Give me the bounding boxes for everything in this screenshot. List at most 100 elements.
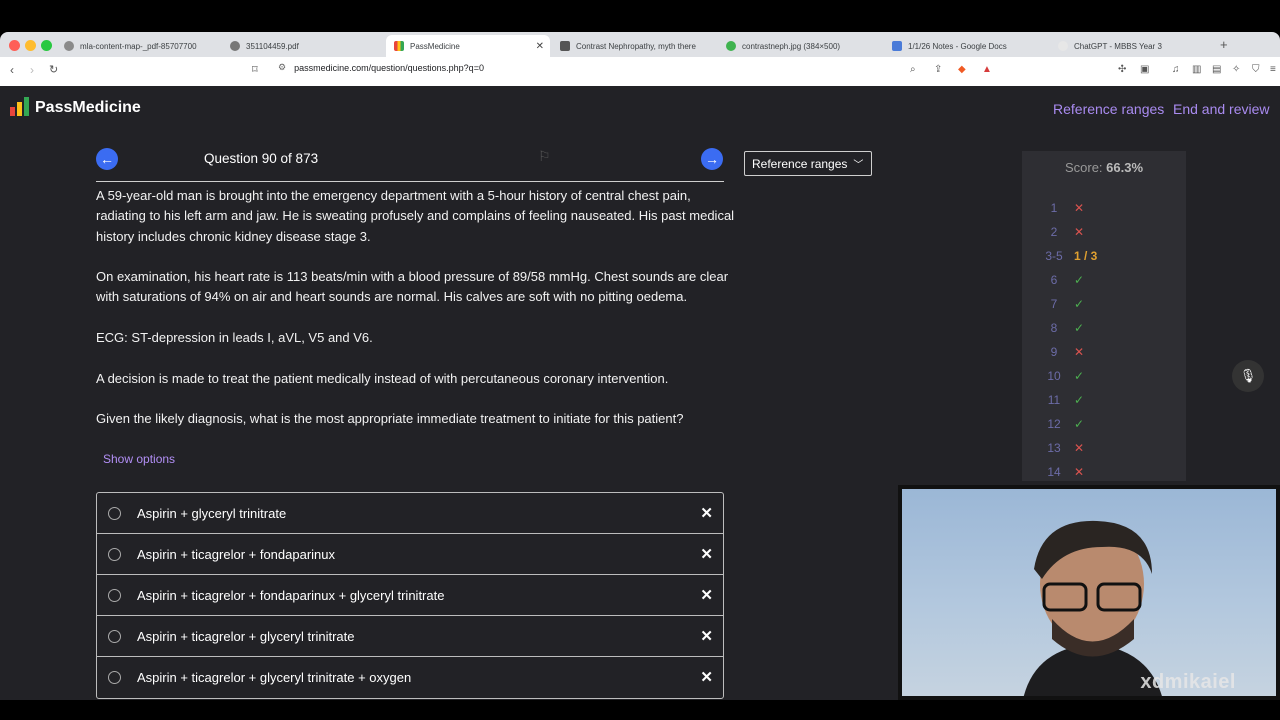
score-question-number: 1 [1050,201,1058,215]
tab-passmedicine[interactable]: PassMedicine ✕ [386,35,550,57]
correct-icon: ✓ [1074,369,1085,383]
incorrect-icon: ✕ [1074,345,1085,359]
score-row[interactable]: 1 ✕ [1022,201,1186,219]
microphone-icon[interactable]: 🎙 [1232,360,1264,392]
incorrect-icon: ✕ [1074,201,1085,215]
globe-icon [64,41,74,51]
previous-question-button[interactable]: ← [96,148,118,170]
score-row[interactable]: 13 ✕ [1022,441,1186,459]
answer-option[interactable]: Aspirin + ticagrelor + glyceryl trinitra… [97,616,723,657]
minimize-window-icon[interactable] [25,40,36,51]
score-row[interactable]: 6 ✓ [1022,273,1186,291]
radio-button[interactable] [108,671,121,684]
answer-option[interactable]: Aspirin + ticagrelor + fondaparinux ✕ [97,534,723,575]
correct-icon: ✓ [1074,297,1085,311]
question-prompt: Given the likely diagnosis, what is the … [96,411,684,427]
score-question-number: 10 [1047,369,1061,383]
score-row[interactable]: 7 ✓ [1022,297,1186,315]
score-row[interactable]: 11 ✓ [1022,393,1186,411]
show-options-link[interactable]: Show options [103,452,175,466]
eliminate-option-icon[interactable]: ✕ [700,504,713,522]
score-row[interactable]: 8 ✓ [1022,321,1186,339]
tab-google-docs[interactable]: 1/1/26 Notes - Google Docs [884,35,1044,57]
question-stem: A 59-year-old man is brought into the em… [96,186,736,450]
score-row[interactable]: 14 ✕ [1022,465,1186,483]
score-row[interactable]: 3-5 1 / 3 [1022,249,1186,267]
radio-button[interactable] [108,630,121,643]
forward-icon[interactable]: › [30,63,34,77]
tab-contrast-nephropathy[interactable]: Contrast Nephropathy, myth there [552,35,712,57]
stem-paragraph: A decision is made to treat the patient … [96,370,669,386]
reload-icon[interactable]: ↻ [49,63,58,76]
bookmark-icon[interactable]: ⌑ [252,63,258,76]
screen-top-bar [0,0,1280,32]
answer-option[interactable]: Aspirin + ticagrelor + glyceryl trinitra… [97,657,723,698]
wallet-icon[interactable]: ▤ [1212,64,1221,75]
score-question-number: 8 [1050,321,1058,335]
incorrect-icon: ✕ [1074,465,1085,479]
answer-option[interactable]: Aspirin + glyceryl trinitrate ✕ [97,493,723,534]
site-header: PassMedicine Reference ranges End and re… [0,86,1280,132]
passmedicine-logo-icon[interactable] [10,97,29,116]
tab-contrastneph-jpg[interactable]: contrastneph.jpg (384×500) [718,35,878,57]
score-question-number: 13 [1047,441,1061,455]
score-question-number: 9 [1050,345,1058,359]
new-tab-icon[interactable]: + [1220,37,1228,52]
end-and-review-link[interactable]: End and review [1173,101,1270,117]
radio-button[interactable] [108,548,121,561]
media-icon[interactable]: ♫ [1172,64,1180,75]
logo-text[interactable]: PassMedicine [35,99,141,117]
zoom-icon[interactable]: ⌕ [910,64,916,75]
webcam-watermark: xdmikaiel [1140,671,1236,693]
globe-icon [230,41,240,51]
tab-pdf[interactable]: 351104459.pdf [222,35,382,57]
maximize-window-icon[interactable] [41,40,52,51]
screenshot-icon[interactable]: ▣ [1140,64,1149,75]
brave-rewards-icon[interactable]: ▲ [982,64,992,75]
incorrect-icon: ✕ [1074,441,1085,455]
score-row[interactable]: 12 ✓ [1022,417,1186,435]
eliminate-option-icon[interactable]: ✕ [700,586,713,604]
vpn-icon[interactable]: ⛉ [1252,64,1260,75]
score-title: Score: 66.3% [1064,160,1144,175]
back-icon[interactable]: ‹ [10,63,14,77]
score-panel: Score: 66.3% 1 ✕ 2 ✕ 3-5 1 / 3 6 ✓ 7 ✓ 8 ✓ 9 ✕ 10 ✓ 11 ✓ 1… [1022,151,1186,481]
score-row[interactable]: 2 ✕ [1022,225,1186,243]
score-value: 66.3% [1106,160,1144,175]
share-icon[interactable]: ⇪ [934,64,942,75]
next-question-button[interactable]: → [701,148,723,170]
tab-mla-content-map[interactable]: mla-content-map-_pdf-85707700 [56,35,216,57]
correct-icon: ✓ [1074,393,1085,407]
browser-chrome: mla-content-map-_pdf-85707700 351104459.… [0,32,1280,86]
score-row[interactable]: 9 ✕ [1022,345,1186,363]
correct-icon: ✓ [1074,273,1085,287]
extensions-icon[interactable]: ✣ [1118,64,1126,75]
eliminate-option-icon[interactable]: ✕ [700,668,713,686]
sidebar-icon[interactable]: ▥ [1192,64,1201,75]
reference-ranges-dropdown[interactable]: Reference ranges ﹀ [744,151,872,176]
address-bar-row: ‹ › ↻ ⌑ ⚙ passmedicine.com/question/ques… [0,57,1280,86]
flag-icon[interactable]: ⚐ [538,148,551,165]
person-silhouette [1023,520,1162,696]
close-tab-icon[interactable]: ✕ [536,41,544,52]
menu-icon[interactable]: ≡ [1270,64,1276,75]
eliminate-option-icon[interactable]: ✕ [700,627,713,645]
article-icon [560,41,570,51]
passmedicine-favicon-icon [394,41,404,51]
site-info-icon[interactable]: ⚙ [278,62,286,73]
radio-button[interactable] [108,507,121,520]
reference-ranges-link[interactable]: Reference ranges [1053,101,1164,117]
score-question-number: 14 [1047,465,1061,479]
incorrect-icon: ✕ [1074,225,1085,239]
leo-icon[interactable]: ✧ [1232,64,1240,75]
eliminate-option-icon[interactable]: ✕ [700,545,713,563]
score-row[interactable]: 10 ✓ [1022,369,1186,387]
close-window-icon[interactable] [9,40,20,51]
url-field[interactable]: ⚙ passmedicine.com/question/questions.ph… [278,62,484,73]
answer-option[interactable]: Aspirin + ticagrelor + fondaparinux + gl… [97,575,723,616]
tab-chatgpt[interactable]: ChatGPT - MBBS Year 3 [1050,35,1210,57]
score-question-number: 6 [1050,273,1058,287]
brave-shield-icon[interactable]: ◆ [958,64,966,75]
tab-bar: mla-content-map-_pdf-85707700 351104459.… [0,32,1280,57]
radio-button[interactable] [108,589,121,602]
